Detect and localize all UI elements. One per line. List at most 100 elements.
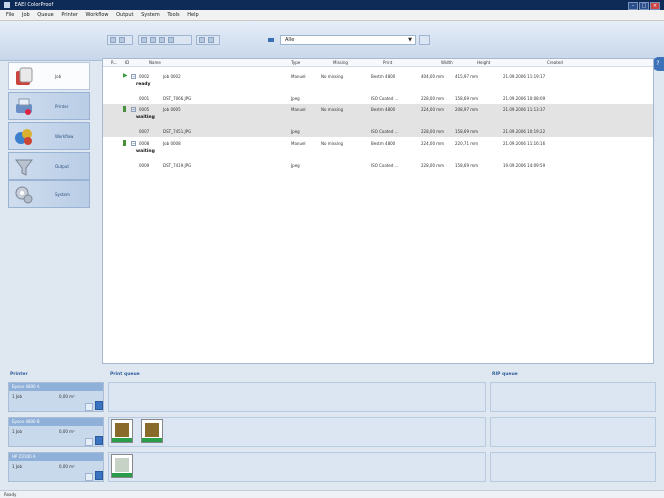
print-queue[interactable] — [108, 452, 486, 482]
status-bar: Ready — [0, 490, 664, 498]
printer-card[interactable]: Epson 4800 B 1 Job 0,00 m² — [8, 417, 104, 447]
printer-settings-button[interactable] — [85, 438, 93, 446]
rip-queue-title: RIP queue — [492, 372, 518, 377]
expand-toggle[interactable]: − — [131, 107, 136, 112]
job-type: Manuel — [291, 74, 306, 79]
table-row[interactable]: − 0005 Job 0005 Manuel No missing Bestm … — [103, 104, 653, 126]
column-missing[interactable]: Missing — [333, 60, 348, 65]
toolbar-group-edit[interactable] — [138, 35, 192, 45]
job-name: DST_7419.JPG — [163, 163, 192, 168]
window-title: EAEI ColorProof — [14, 2, 54, 8]
menu-printer[interactable]: Printer — [61, 12, 78, 18]
table-row[interactable]: 0007 DST_7451.JPG Jpeg ISO Coated ... 22… — [103, 126, 653, 137]
gear-icon — [15, 186, 33, 204]
stop-icon[interactable] — [208, 37, 214, 43]
menu-job[interactable]: Job — [22, 12, 30, 18]
menu-workflow[interactable]: Workflow — [86, 12, 109, 18]
copy-icon[interactable] — [150, 37, 156, 43]
print-queue[interactable] — [108, 382, 486, 412]
progress-bar — [112, 438, 132, 442]
queued-job-thumbnail[interactable] — [111, 419, 133, 443]
printer-name: Epson 4800 B — [9, 418, 103, 426]
printer-card[interactable]: HP Z3100 A 1 Job 0,00 m² — [8, 452, 104, 482]
expand-toggle[interactable]: − — [131, 74, 136, 79]
job-name: Job 0002 — [163, 74, 181, 79]
table-row[interactable]: ▶ − 0002 Job 0002 Manuel No missing Best… — [103, 71, 653, 87]
toolbar-group-print[interactable] — [196, 35, 220, 45]
job-id: 0005 — [139, 107, 150, 112]
column-name[interactable]: Name — [149, 60, 161, 65]
job-width: 228,00 mm — [421, 163, 445, 168]
rip-queue[interactable] — [490, 382, 656, 412]
progress-bar — [142, 438, 162, 442]
filter-select[interactable]: Alle ▼ — [280, 35, 416, 45]
job-missing: No missing — [321, 107, 344, 112]
job-status: waiting — [136, 115, 155, 120]
filter-apply-button[interactable] — [419, 35, 430, 45]
job-id: 0002 — [139, 74, 150, 79]
job-id: 0009 — [139, 163, 150, 168]
column-expand[interactable]: R... — [111, 60, 117, 65]
job-created: 21.09.2006 10:19:22 — [503, 129, 546, 134]
printer-start-button[interactable] — [95, 401, 103, 410]
nav-item-output[interactable]: Output — [8, 152, 90, 180]
column-height[interactable]: Height — [477, 60, 490, 65]
menu-file[interactable]: File — [6, 12, 14, 18]
job-width: 224,00 mm — [421, 141, 445, 146]
job-width: 224,00 mm — [421, 107, 445, 112]
rip-queue[interactable] — [490, 452, 656, 482]
column-type[interactable]: Type — [291, 60, 300, 65]
menu-bar: File Job Queue Printer Workflow Output S… — [0, 10, 664, 21]
print-icon[interactable] — [199, 37, 205, 43]
printer-card[interactable]: Epson 4800 A 1 Job 0,00 m² — [8, 382, 104, 412]
table-row[interactable]: 0001 DST_7066.JPG Jpeg ISO Coated ... 22… — [103, 93, 653, 104]
column-id[interactable]: ID — [125, 60, 129, 65]
nav-label-workflow: Workflow — [55, 134, 74, 139]
printer-start-button[interactable] — [95, 471, 103, 480]
printer-settings-button[interactable] — [85, 403, 93, 411]
nav-item-workflow[interactable]: Workflow — [8, 122, 90, 150]
column-created[interactable]: Created — [547, 60, 563, 65]
menu-queue[interactable]: Queue — [37, 12, 53, 18]
table-row[interactable]: − 0008 Job 0008 Manuel No missing Bestm … — [103, 138, 653, 160]
maximize-button[interactable]: □ — [639, 2, 649, 10]
open-icon[interactable] — [119, 37, 125, 43]
new-job-icon[interactable] — [110, 37, 116, 43]
queued-job-thumbnail[interactable] — [141, 419, 163, 443]
toolbar-group-new[interactable] — [107, 35, 133, 45]
rip-queue[interactable] — [490, 417, 656, 447]
printer-start-button[interactable] — [95, 436, 103, 445]
nav-label-system: System — [55, 192, 70, 197]
menu-system[interactable]: System — [141, 12, 160, 18]
menu-output[interactable]: Output — [116, 12, 133, 18]
paste-icon[interactable] — [159, 37, 165, 43]
minimize-button[interactable]: – — [628, 2, 638, 10]
close-button[interactable]: × — [650, 2, 660, 10]
job-name: Job 0005 — [163, 107, 181, 112]
print-queue[interactable] — [108, 417, 486, 447]
job-print: Bestm 4800 — [371, 74, 396, 79]
column-print[interactable]: Print — [383, 60, 392, 65]
column-width[interactable]: Width — [441, 60, 453, 65]
delete-icon[interactable] — [168, 37, 174, 43]
job-print: Bestm 4800 — [371, 141, 396, 146]
chevron-down-icon[interactable]: ▼ — [408, 36, 412, 44]
job-print: Bestm 4800 — [371, 107, 396, 112]
printer-settings-button[interactable] — [85, 473, 93, 481]
nav-item-job[interactable]: Job — [8, 62, 90, 90]
thumbnail-image — [115, 458, 129, 472]
nav-item-system[interactable]: System — [8, 180, 90, 208]
workflow-icon — [15, 129, 32, 145]
table-row[interactable]: 0009 DST_7419.JPG Jpeg ISO Coated ... 22… — [103, 160, 653, 171]
job-print: ISO Coated ... — [371, 129, 399, 134]
job-list[interactable]: R... ID Name Type Missing Print Width He… — [102, 58, 654, 364]
menu-tools[interactable]: Tools — [167, 12, 179, 18]
queued-job-thumbnail[interactable] — [111, 454, 133, 478]
cut-icon[interactable] — [141, 37, 147, 43]
nav-item-printer[interactable]: Printer — [8, 92, 90, 120]
job-list-header: R... ID Name Type Missing Print Width He… — [103, 59, 653, 67]
printer-jobs: 1 Job — [12, 429, 22, 434]
expand-toggle[interactable]: − — [131, 141, 136, 146]
job-type: Jpeg — [291, 163, 300, 168]
menu-help[interactable]: Help — [187, 12, 198, 18]
